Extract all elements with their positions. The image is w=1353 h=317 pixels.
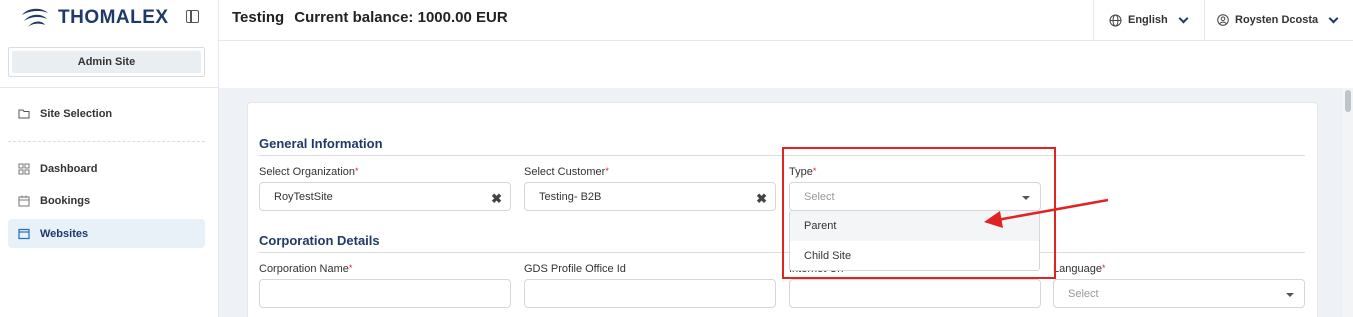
scrollbar-thumb[interactable] (1345, 90, 1351, 112)
page-scrollbar[interactable] (1343, 88, 1353, 317)
annotation-arrow (984, 198, 1109, 228)
